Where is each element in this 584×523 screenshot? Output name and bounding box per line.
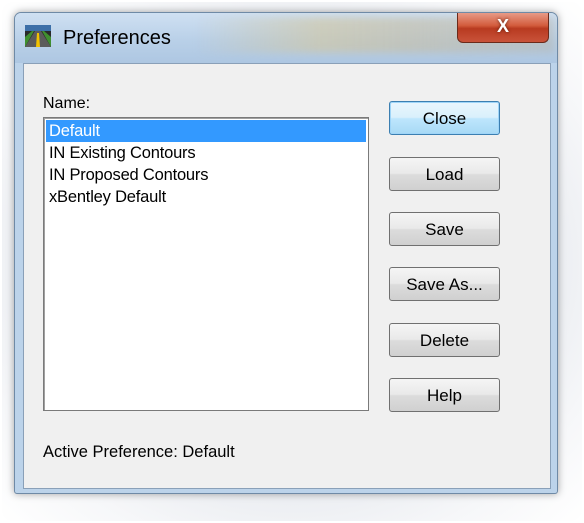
close-button[interactable]: Close	[389, 101, 500, 135]
dialog-body: Name: Default IN Existing Contours IN Pr…	[23, 63, 551, 489]
save-as-button[interactable]: Save As...	[389, 267, 500, 301]
window-close-button[interactable]: X	[457, 13, 549, 43]
title-bar[interactable]: Preferences X	[15, 13, 557, 63]
list-item[interactable]: IN Existing Contours	[46, 142, 366, 164]
active-preference-status: Active Preference: Default	[43, 443, 235, 461]
load-button[interactable]: Load	[389, 157, 500, 191]
save-button[interactable]: Save	[389, 212, 500, 246]
window-title: Preferences	[63, 27, 171, 49]
close-icon: X	[496, 16, 509, 36]
help-button[interactable]: Help	[389, 378, 500, 412]
list-item[interactable]: IN Proposed Contours	[46, 164, 366, 186]
delete-button[interactable]: Delete	[389, 323, 500, 357]
list-item[interactable]: xBentley Default	[46, 186, 366, 208]
list-item[interactable]: Default	[46, 120, 366, 142]
preferences-list[interactable]: Default IN Existing Contours IN Proposed…	[43, 117, 369, 411]
road-app-icon	[25, 25, 51, 47]
preferences-window: Preferences X Name: Default IN Existing …	[14, 12, 558, 494]
name-label: Name:	[43, 95, 91, 112]
